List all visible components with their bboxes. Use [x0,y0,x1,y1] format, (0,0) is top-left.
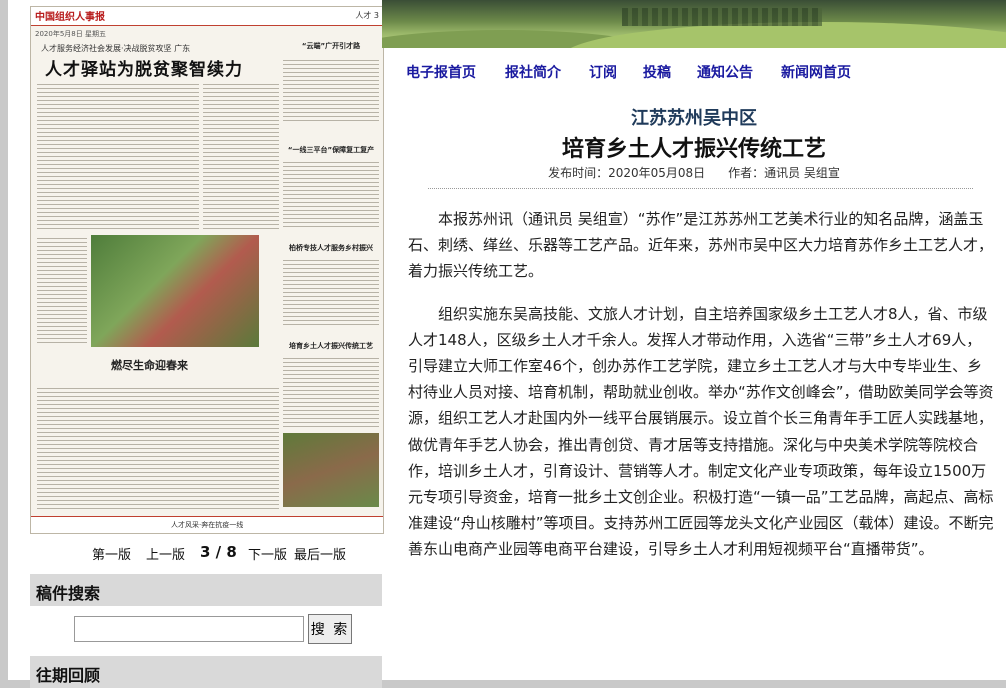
nav-news-home[interactable]: 新闻网首页 [781,62,851,82]
newspaper-page-image[interactable]: 中国组织人事报 人才 3 2020年5月8日 星期五 人才服务经济社会发展·决战… [30,6,384,534]
author-label: 作者： [728,166,765,180]
newspaper-text-block [37,81,199,231]
newspaper-text-block [283,159,379,229]
search-section-title: 稿件搜索 [36,584,101,603]
author-name: 通讯员 吴组宣 [764,166,840,180]
newspaper-text-block [283,257,379,327]
nav-epaper-home[interactable]: 电子报首页 [406,62,476,82]
page-pager: 第一版 上一版 3 / 8 下一版 最后一版 [30,543,382,564]
newspaper-page-label: 人才 3 [355,11,379,20]
nav-submit[interactable]: 投稿 [643,62,671,82]
newspaper-feature-title: 燃尽生命迎春来 [111,359,188,372]
article-paragraph: 本报苏州讯（通讯员 吴组宣）“苏作”是江苏苏州工艺美术行业的知名品牌，涵盖玉石、… [408,210,994,281]
newspaper-side-title: 柏桥专技人才服务乡村振兴 [289,244,373,252]
search-button[interactable]: 搜 索 [308,614,352,644]
header-banner [382,0,1006,48]
newspaper-masthead: 中国组织人事报 人才 3 [31,7,383,26]
newspaper-date-line: 2020年5月8日 星期五 [35,30,106,38]
newspaper-logo: 中国组织人事报 [35,12,105,23]
first-page-link[interactable]: 第一版 [92,544,131,563]
newspaper-kicker: 人才服务经济社会发展·决战脱贫攻坚 广东 [41,44,191,53]
nav-notices[interactable]: 通知公告 [697,62,753,82]
newspaper-headline: 人才驿站为脱贫聚智续力 [45,60,243,80]
banner-tree-decoration [622,8,822,26]
current-page-indicator: 3 / 8 [200,543,237,561]
article-title: 培育乡土人才振兴传统工艺 [561,137,826,162]
newspaper-text-block [37,235,87,345]
newspaper-footer-text: 人才风采·奔在抗疫一线 [171,521,244,529]
publish-date: 2020年05月08日 [608,166,706,180]
search-input[interactable] [74,616,304,642]
newspaper-photo-orchard [91,235,259,347]
newspaper-side-title: “一线三平台”保障复工复产 [287,146,375,154]
archive-section-title: 往期回顾 [36,666,101,685]
article-body: 本报苏州讯（通讯员 吴组宣）“苏作”是江苏苏州工艺美术行业的知名品牌，涵盖玉石、… [408,206,994,579]
prev-page-link[interactable]: 上一版 [146,544,185,563]
newspaper-text-block [37,385,279,511]
last-page-link[interactable]: 最后一版 [294,544,346,563]
page: 中国组织人事报 人才 3 2020年5月8日 星期五 人才服务经济社会发展·决战… [8,0,1006,688]
nav-about[interactable]: 报社简介 [505,62,561,82]
archive-section-header: 往期回顾 [30,656,382,688]
article-subtitle: 江苏苏州吴中区 [631,108,757,129]
publish-label: 发布时间： [548,166,609,180]
newspaper-text-block [283,355,379,427]
article-paragraph: 组织实施东吴高技能、文旅人才计划，自主培养国家级乡土工艺人才8人，省、市级人才1… [408,304,994,559]
left-column: 中国组织人事报 人才 3 2020年5月8日 星期五 人才服务经济社会发展·决战… [8,0,384,688]
article-meta: 发布时间：2020年05月08日 作者：通讯员 吴组宣 [382,164,1006,181]
article-divider [428,188,973,189]
search-section-header: 稿件搜索 [30,574,382,606]
newspaper-text-block [283,57,379,123]
next-page-link[interactable]: 下一版 [248,544,287,563]
newspaper-side-title: 培育乡土人才振兴传统工艺 [289,342,373,350]
newspaper-photo-field [283,433,379,507]
newspaper-side-title: “云端”广开引才路 [301,42,361,50]
newspaper-text-block [203,81,279,231]
nav-subscribe[interactable]: 订阅 [589,62,617,82]
